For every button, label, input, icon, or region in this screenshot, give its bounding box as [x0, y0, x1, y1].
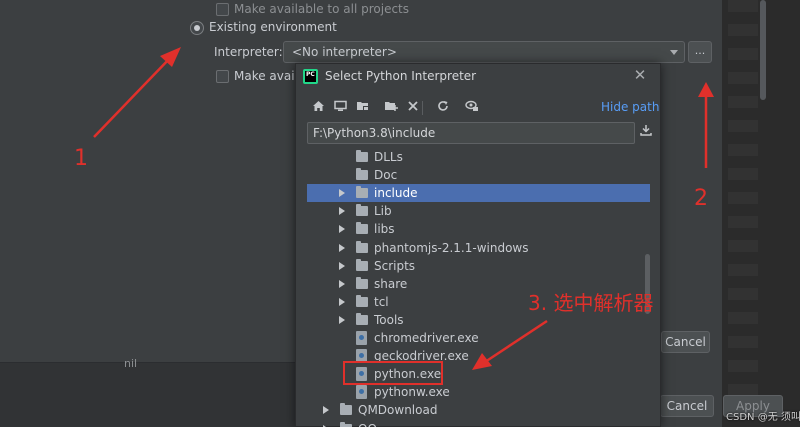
annotation-step-3: 3. 选中解析器: [528, 291, 654, 315]
arrow-3: [484, 319, 548, 364]
annotation-number-2: 2: [694, 186, 708, 211]
arrow-3-head: [472, 353, 492, 370]
annotation-number-1: 1: [74, 146, 88, 171]
watermark: CSDN @无 须叫: [726, 412, 800, 423]
python-exe-highlight-box: [343, 361, 443, 385]
arrow-1: [93, 55, 173, 138]
arrow-2-head: [698, 82, 714, 97]
